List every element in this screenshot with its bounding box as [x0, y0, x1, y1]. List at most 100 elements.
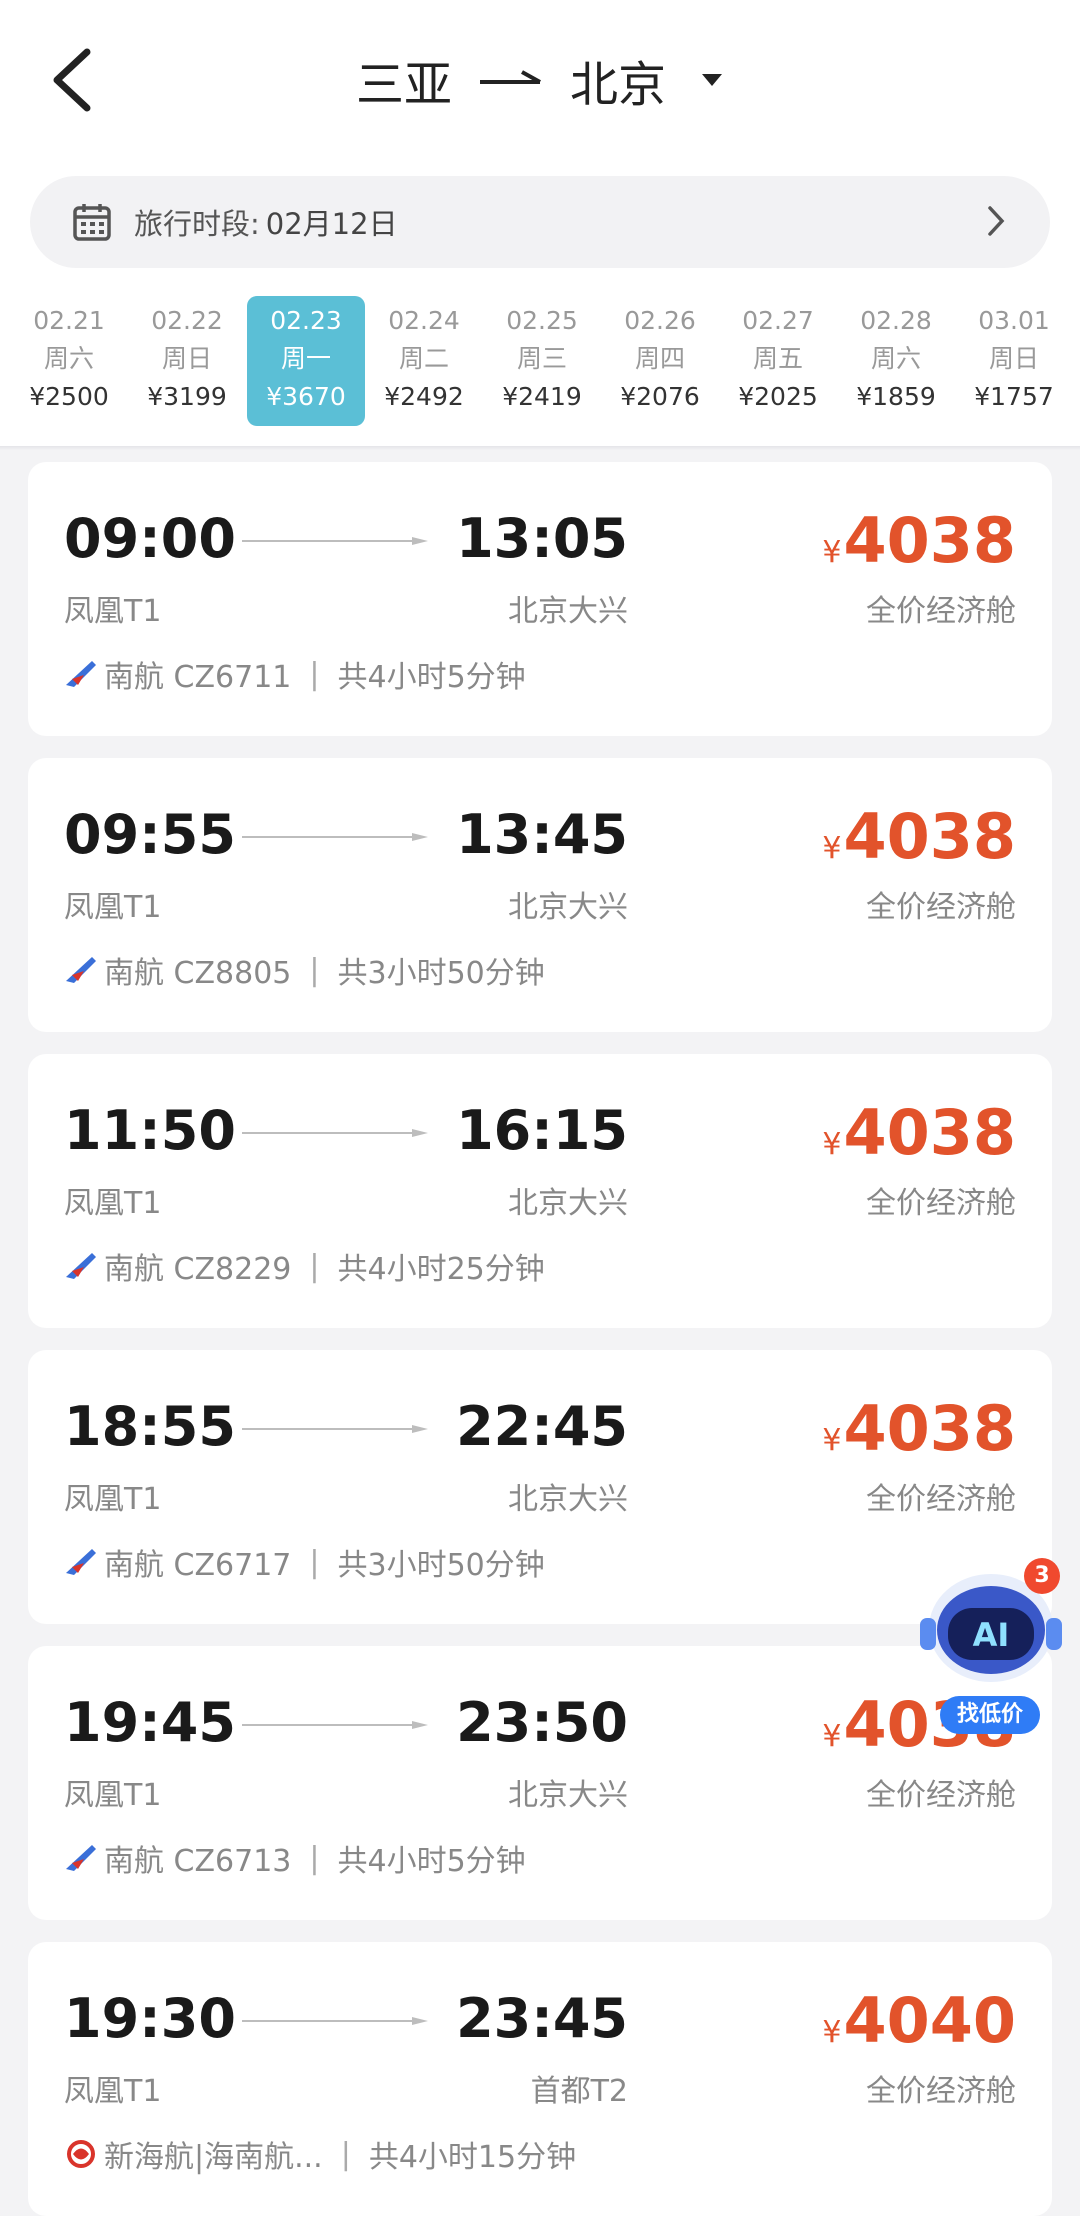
flight-duration: 共3小时50分钟 — [337, 956, 545, 991]
airline-flight-number: 南航 CZ6717 — [104, 1548, 292, 1583]
cabin-class: 全价经济舱 — [866, 1778, 1016, 1813]
departure-airport: 凤凰T1 — [64, 890, 162, 925]
flight-duration: 共4小时15分钟 — [368, 2140, 577, 2175]
calendar-icon — [72, 202, 112, 242]
flight-price: ¥4040 — [822, 1988, 1016, 2054]
date-tab-price: ¥2076 — [620, 382, 700, 411]
price-value: 4038 — [843, 504, 1016, 577]
airline-flight-number: 南航 CZ8229 — [104, 1252, 292, 1287]
date-tab[interactable]: 02.26 周四 ¥2076 — [601, 296, 719, 426]
airline-flight-number: 新海航|海南航... — [104, 2140, 323, 2175]
date-tab-weekday: 周四 — [634, 344, 685, 373]
arrival-airport: 北京大兴 — [508, 1186, 628, 1221]
flight-info: 南航 CZ8805 | 共3小时50分钟 — [64, 950, 545, 991]
arrival-airport: 北京大兴 — [508, 890, 628, 925]
flight-card[interactable]: 11:50 16:15 凤凰T1 北京大兴 ¥4038 全价经济舱 南航 CZ8… — [28, 1054, 1052, 1328]
arrival-time: 23:45 — [456, 1987, 628, 2050]
flight-info: 南航 CZ6713 | 共4小时5分钟 — [64, 1838, 526, 1879]
arrival-airport: 北京大兴 — [508, 1482, 628, 1517]
date-tab[interactable]: 02.22 周日 ¥3199 — [128, 296, 246, 426]
departure-time: 11:50 — [64, 1099, 236, 1162]
departure-time: 09:00 — [64, 507, 236, 570]
departure-airport: 凤凰T1 — [64, 1186, 162, 1221]
date-tab-date: 02.23 — [270, 306, 342, 335]
airline-flight-number: 南航 CZ6711 — [104, 660, 292, 695]
travel-period-label: 旅行时段: — [134, 207, 260, 241]
date-tab-weekday: 周六 — [870, 344, 921, 373]
date-tab[interactable]: 02.28 周六 ¥1859 — [837, 296, 955, 426]
date-tab-weekday: 周日 — [161, 344, 212, 373]
flight-line-icon — [242, 1129, 428, 1137]
flight-duration: 共4小时5分钟 — [337, 660, 526, 695]
departure-time: 18:55 — [64, 1395, 236, 1458]
date-tab-date: 02.21 — [33, 306, 105, 335]
date-tab-weekday: 周一 — [280, 344, 331, 373]
flight-price: ¥4038 — [822, 508, 1016, 574]
date-tab-weekday: 周五 — [752, 344, 803, 373]
date-tab[interactable]: 02.24 周二 ¥2492 — [365, 296, 483, 426]
airline-flight-number: 南航 CZ6713 — [104, 1844, 292, 1879]
currency-symbol: ¥ — [822, 535, 842, 570]
flight-duration: 共3小时50分钟 — [337, 1548, 545, 1583]
date-tab-price: ¥1757 — [974, 382, 1054, 411]
flight-card[interactable]: 18:55 22:45 凤凰T1 北京大兴 ¥4038 全价经济舱 南航 CZ6… — [28, 1350, 1052, 1624]
flight-price: ¥4038 — [822, 1396, 1016, 1462]
date-tab-price: ¥3670 — [266, 382, 346, 411]
hainan-airlines-logo-icon — [64, 2139, 98, 2169]
cabin-class: 全价经济舱 — [866, 1482, 1016, 1517]
date-tab[interactable]: 03.01 周日 ¥1757 — [955, 296, 1073, 426]
flight-duration: 共4小时5分钟 — [337, 1844, 526, 1879]
caret-down-icon[interactable] — [700, 72, 724, 88]
route-selector[interactable]: 三亚 北京 — [0, 40, 1080, 120]
flight-card[interactable]: 19:45 23:50 凤凰T1 北京大兴 ¥4038 全价经济舱 南航 CZ6… — [28, 1646, 1052, 1920]
date-tab-date: 02.22 — [151, 306, 223, 335]
arrival-time: 13:45 — [456, 803, 628, 866]
arrival-time: 13:05 — [456, 507, 628, 570]
china-southern-logo-icon — [64, 955, 98, 985]
date-tab[interactable]: 02.21 周六 ¥2500 — [10, 296, 128, 426]
flight-card[interactable]: 19:30 23:45 凤凰T1 首都T2 ¥4040 全价经济舱 新海航|海南… — [28, 1942, 1052, 2216]
cabin-class: 全价经济舱 — [866, 1186, 1016, 1221]
cabin-class: 全价经济舱 — [866, 890, 1016, 925]
departure-airport: 凤凰T1 — [64, 1778, 162, 1813]
departure-time: 09:55 — [64, 803, 236, 866]
date-tab-selected[interactable]: 02.23 周一 ¥3670 — [247, 296, 365, 426]
china-southern-logo-icon — [64, 1843, 98, 1873]
chevron-right-icon — [986, 204, 1006, 242]
header-divider — [0, 446, 1080, 450]
date-tab-price: ¥2500 — [29, 382, 109, 411]
separator: | — [309, 656, 320, 692]
destination-city: 北京 — [570, 57, 667, 113]
travel-period-bar[interactable]: 旅行时段: 02月12日 — [30, 176, 1050, 268]
date-tab-date: 03.01 — [978, 306, 1050, 335]
flight-line-icon — [242, 833, 428, 841]
currency-symbol: ¥ — [822, 2015, 842, 2050]
date-tab-date: 02.25 — [506, 306, 578, 335]
price-value: 4040 — [843, 1984, 1016, 2057]
find-low-price-tag[interactable]: 找低价 — [940, 1696, 1040, 1734]
arrival-airport: 北京大兴 — [508, 1778, 628, 1813]
flight-line-icon — [242, 1721, 428, 1729]
currency-symbol: ¥ — [822, 831, 842, 866]
top-bar: 三亚 北京 旅行时段: 02月12日 02.21 周六 ¥2500 02.22 … — [0, 0, 1080, 448]
cabin-class: 全价经济舱 — [866, 2074, 1016, 2109]
currency-symbol: ¥ — [822, 1127, 842, 1162]
flight-info: 新海航|海南航... | 共4小时15分钟 — [64, 2134, 577, 2175]
date-tab-price: ¥2492 — [384, 382, 464, 411]
currency-symbol: ¥ — [822, 1719, 842, 1754]
date-tab-weekday: 周三 — [516, 344, 567, 373]
flight-card[interactable]: 09:55 13:45 凤凰T1 北京大兴 ¥4038 全价经济舱 南航 CZ8… — [28, 758, 1052, 1032]
date-tab-weekday: 周日 — [988, 344, 1039, 373]
departure-airport: 凤凰T1 — [64, 594, 162, 629]
date-tab-date: 02.26 — [624, 306, 696, 335]
separator: | — [309, 1840, 320, 1876]
departure-airport: 凤凰T1 — [64, 1482, 162, 1517]
flight-card[interactable]: 09:00 13:05 凤凰T1 北京大兴 ¥4038 全价经济舱 南航 CZ6… — [28, 462, 1052, 736]
flight-price: ¥4038 — [822, 804, 1016, 870]
date-tab[interactable]: 02.27 周五 ¥2025 — [719, 296, 837, 426]
flight-info: 南航 CZ6711 | 共4小时5分钟 — [64, 654, 526, 695]
date-tab[interactable]: 02.25 周三 ¥2419 — [483, 296, 601, 426]
flight-price: ¥4038 — [822, 1100, 1016, 1166]
cabin-class: 全价经济舱 — [866, 594, 1016, 629]
arrival-airport: 北京大兴 — [508, 594, 628, 629]
